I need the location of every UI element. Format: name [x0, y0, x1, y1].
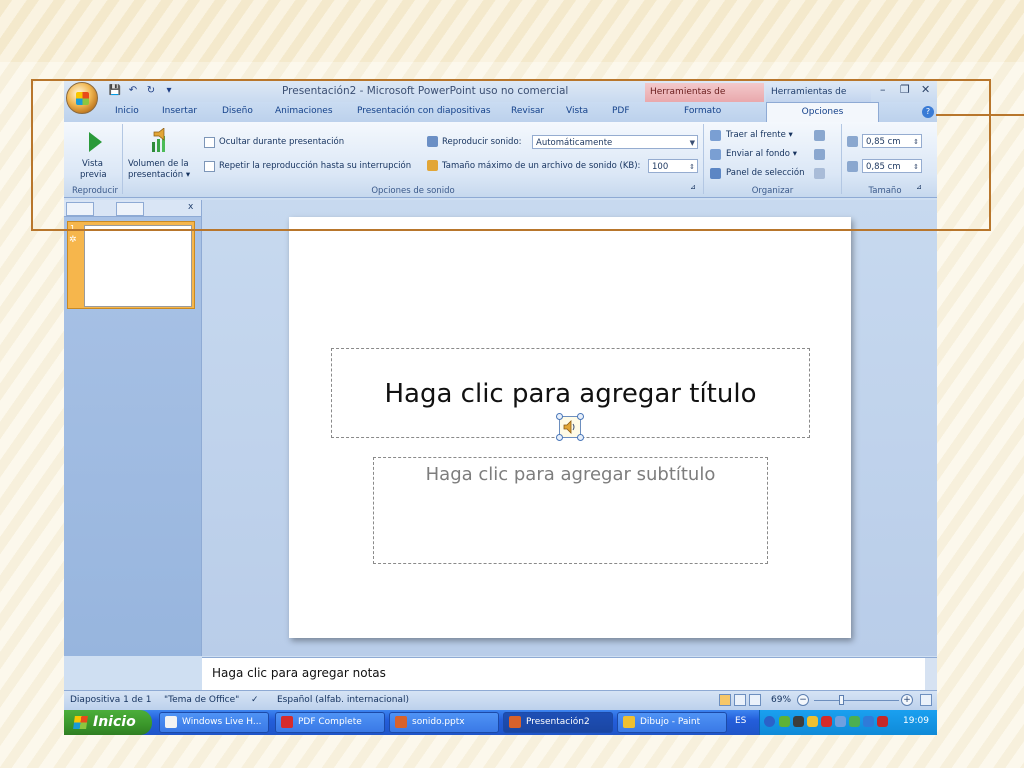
language[interactable]: Español (alfab. internacional) — [277, 695, 409, 705]
taskbar-item-presentacion2[interactable]: Presentación2 — [503, 712, 613, 733]
notes-placeholder: Haga clic para agregar notas — [212, 666, 386, 680]
zoom-slider[interactable] — [814, 700, 899, 701]
clock: 19:09 — [903, 716, 929, 726]
start-button[interactable]: Inicio — [64, 710, 152, 735]
app-icon — [623, 716, 635, 728]
transition-star-icon: ✲ — [69, 235, 77, 245]
resize-handle[interactable] — [577, 434, 584, 441]
shield-icon[interactable] — [807, 716, 818, 727]
speaker-icon — [563, 420, 575, 434]
security-alert-icon[interactable] — [877, 716, 888, 727]
tray-app-icon[interactable] — [849, 716, 860, 727]
slide-thumbnail-selected[interactable]: 1 ✲ — [67, 221, 195, 309]
windows-taskbar: Inicio Windows Live H... PDF Complete so… — [64, 710, 937, 735]
network-icon[interactable] — [835, 716, 846, 727]
slide-thumbnail — [84, 225, 192, 307]
zoom-slider-thumb[interactable] — [839, 695, 844, 705]
slide-editing-area: Haga clic para agregar título Haga clic … — [202, 200, 937, 656]
office-logo-icon — [76, 92, 89, 105]
slide-background-band — [0, 0, 1024, 62]
zoom-level[interactable]: 69% — [771, 695, 791, 705]
app-icon — [395, 716, 407, 728]
start-label: Inicio — [93, 714, 136, 730]
fit-to-window-button[interactable] — [920, 694, 932, 706]
normal-view-button[interactable] — [719, 694, 731, 706]
taskbar-item-label: Windows Live H... — [182, 717, 262, 727]
resize-handle[interactable] — [577, 413, 584, 420]
zoom-in-button[interactable]: + — [901, 694, 913, 706]
tray-app-icon[interactable] — [863, 716, 874, 727]
tray-app-icon[interactable] — [793, 716, 804, 727]
resize-handle[interactable] — [556, 413, 563, 420]
theme-name[interactable]: "Tema de Office" — [164, 695, 239, 705]
callout-line — [936, 114, 1024, 116]
subtitle-placeholder[interactable]: Haga clic para agregar subtítulo — [373, 457, 768, 564]
taskbar-item-paint[interactable]: Dibujo - Paint — [617, 712, 727, 733]
resize-handle[interactable] — [556, 434, 563, 441]
status-bar: Diapositiva 1 de 1 "Tema de Office" ✓ Es… — [64, 690, 937, 710]
spellcheck-icon[interactable]: ✓ — [251, 695, 259, 705]
tray-app-icon[interactable] — [779, 716, 790, 727]
slide-canvas: Haga clic para agregar título Haga clic … — [289, 217, 851, 638]
office-button[interactable] — [66, 82, 98, 114]
taskbar-item-label: PDF Complete — [298, 717, 362, 727]
slide-sorter-button[interactable] — [734, 694, 746, 706]
slide-count: Diapositiva 1 de 1 — [70, 695, 152, 705]
slideshow-button[interactable] — [749, 694, 761, 706]
windows-logo-icon — [73, 716, 88, 729]
back-arrow-icon[interactable] — [764, 716, 775, 727]
taskbar-item-sonido[interactable]: sonido.pptx — [389, 712, 499, 733]
app-icon — [509, 716, 521, 728]
tray-app-icon[interactable] — [821, 716, 832, 727]
language-indicator[interactable]: ES — [735, 716, 746, 726]
zoom-out-button[interactable]: − — [797, 694, 809, 706]
taskbar-item-label: Dibujo - Paint — [640, 717, 701, 727]
ribbon-highlight-box — [31, 79, 991, 231]
taskbar-item-pdf-complete[interactable]: PDF Complete — [275, 712, 385, 733]
taskbar-item-label: Presentación2 — [526, 717, 590, 727]
sound-object[interactable] — [556, 413, 584, 441]
system-tray: 19:09 — [759, 710, 937, 735]
taskbar-item-label: sonido.pptx — [412, 717, 465, 727]
app-icon — [281, 716, 293, 728]
slides-pane: x 1 ✲ — [64, 200, 202, 656]
taskbar-item-windows-live[interactable]: Windows Live H... — [159, 712, 269, 733]
notes-pane[interactable]: Haga clic para agregar notas — [202, 657, 937, 690]
notes-scrollbar[interactable] — [925, 658, 937, 690]
app-icon — [165, 716, 177, 728]
